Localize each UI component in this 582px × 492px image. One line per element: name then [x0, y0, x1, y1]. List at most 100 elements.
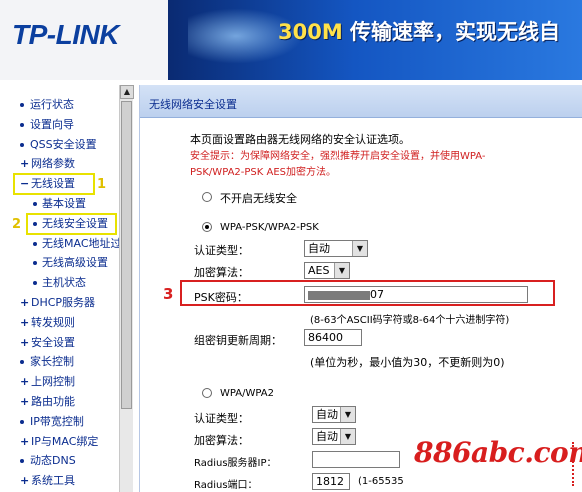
sidebar-item-label: 设置向导 [30, 117, 74, 131]
group-key-renew-field[interactable]: 86400 [304, 329, 362, 346]
encryption-2-label: 加密算法： [194, 434, 249, 447]
sidebar-item[interactable]: + 路由功能 [20, 393, 75, 411]
radius-port-hint: (1-65535 [358, 476, 404, 487]
sidebar-item[interactable]: 运行状态 [20, 96, 74, 114]
encryption-2-select[interactable]: 自动 ▼ [312, 428, 356, 445]
auth-type-label: 认证类型： [194, 244, 249, 257]
security-warning-line1: 安全提示：为保障网络安全，强烈推荐开启安全设置，并使用WPA- [190, 151, 486, 162]
radius-port-field[interactable]: 1812 [312, 473, 350, 490]
radio-no-security[interactable] [202, 192, 212, 202]
sidebar-item-label: 路由功能 [31, 395, 75, 408]
radio-wpa-psk-label: WPA-PSK/WPA2-PSK [220, 222, 319, 233]
auth-type-2-label: 认证类型： [194, 412, 249, 425]
sidebar-item[interactable]: IP带宽控制 [20, 413, 84, 431]
expand-plus-icon: + [20, 395, 30, 408]
radius-port-label: Radius端口： [194, 480, 258, 491]
expand-plus-icon: + [20, 296, 30, 309]
bullet-icon [33, 261, 37, 266]
sidebar-item-label: 无线高级设置 [42, 256, 108, 270]
auth-type-2-select[interactable]: 自动 ▼ [312, 406, 356, 423]
annotation-number-1: 1 [97, 177, 107, 192]
expand-plus-icon: + [20, 474, 30, 488]
bullet-icon [20, 419, 24, 424]
encryption-select[interactable]: AES ▼ [304, 262, 350, 279]
annotation-number-3: 3 [163, 285, 174, 303]
radio-wpa-enterprise[interactable] [202, 388, 212, 398]
group-key-renew-hint: (单位为秒，最小值为30，不更新则为0) [310, 356, 505, 369]
radio-wpa-enterprise-label: WPA/WPA2 [220, 388, 274, 399]
sidebar-item-label: 网络参数 [31, 157, 75, 171]
radio-wpa-psk[interactable] [202, 222, 212, 232]
annotation-box-wireless-security [26, 213, 117, 235]
sidebar-item-label: 家长控制 [30, 355, 74, 369]
sidebar-item-label: 安全设置 [31, 335, 75, 349]
radio-no-security-label: 不开启无线安全 [220, 192, 297, 205]
sidebar-item-label: DHCP服务器 [31, 296, 96, 309]
group-key-renew-label: 组密钥更新周期： [194, 334, 282, 347]
auth-type-select[interactable]: 自动 ▼ [304, 240, 368, 257]
sidebar-item-label: IP与MAC绑定 [31, 434, 99, 448]
expand-plus-icon: + [20, 315, 30, 329]
scroll-thumb[interactable] [121, 101, 132, 409]
header-banner: TP-LINK 300M 传输速率，实现无线自 [0, 0, 582, 80]
bullet-icon [33, 202, 37, 206]
expand-plus-icon: + [20, 375, 30, 389]
bullet-icon [20, 459, 24, 464]
panel-title-bar: 无线网络安全设置 [140, 85, 582, 118]
sidebar-item[interactable]: 家长控制 [20, 353, 74, 371]
sidebar-item-label: 基本设置 [42, 197, 86, 210]
chevron-down-icon: ▼ [352, 241, 367, 256]
sidebar-scrollbar[interactable]: ▲ [119, 85, 134, 492]
banner-slogan-area: 300M 传输速率，实现无线自 [168, 0, 582, 80]
scroll-up-arrow-icon[interactable]: ▲ [120, 85, 134, 99]
chevron-down-icon: ▼ [340, 407, 355, 422]
sidebar-item-label: 动态DNS [30, 454, 76, 468]
bullet-icon [33, 241, 37, 246]
annotation-box-psk [180, 280, 555, 306]
sidebar-item[interactable]: + 转发规则 [20, 314, 75, 332]
bullet-icon [33, 281, 37, 286]
radius-ip-label: Radius服务器IP： [194, 458, 277, 469]
banner-slogan: 300M 传输速率，实现无线自 [278, 20, 561, 44]
bullet-icon [20, 122, 24, 127]
sidebar-nav: 运行状态 设置向导 QSS安全设置 + 网络参数 − 无线设置 基本设置 无线安全设置 无线MAC… [0, 80, 133, 492]
sidebar-item[interactable]: 无线高级设置 [33, 254, 108, 272]
psk-hint: (8-63个ASCII码字符或8-64个十六进制字符) [310, 315, 510, 326]
logo-area: TP-LINK [0, 0, 168, 80]
intro-text: 本页面设置路由器无线网络的安全认证选项。 [190, 133, 410, 146]
bullet-icon [20, 142, 24, 147]
sidebar-item-label: QSS安全设置 [30, 137, 97, 151]
sidebar-item-label: 运行状态 [30, 98, 74, 111]
radius-ip-field[interactable] [312, 451, 400, 468]
sidebar-item[interactable]: 基本设置 [33, 195, 86, 213]
bullet-icon [20, 360, 24, 365]
sidebar-item[interactable]: 设置向导 [20, 116, 74, 134]
expand-plus-icon: + [20, 434, 30, 448]
sidebar-item[interactable]: + 系统工具 [20, 472, 75, 490]
sidebar-item[interactable]: + IP与MAC绑定 [20, 433, 98, 451]
annotation-number-2: 2 [12, 217, 22, 232]
encryption-label: 加密算法： [194, 266, 249, 279]
sidebar-item-label: 系统工具 [31, 474, 75, 488]
site-watermark: 886abc.com [410, 428, 582, 492]
chevron-down-icon: ▼ [334, 263, 349, 278]
sidebar-item[interactable]: QSS安全设置 [20, 136, 97, 154]
sidebar-item[interactable]: + DHCP服务器 [20, 294, 95, 312]
expand-plus-icon: + [20, 157, 30, 171]
security-warning-line2: PSK/WPA2-PSK AES加密方法。 [190, 167, 337, 178]
sidebar-item[interactable]: 无线MAC地址过滤 [33, 235, 133, 253]
sidebar-item[interactable]: 主机状态 [33, 274, 86, 292]
panel-title: 无线网络安全设置 [149, 98, 237, 111]
sidebar-item-label: 转发规则 [31, 315, 75, 329]
bullet-icon [20, 103, 24, 107]
tp-link-logo: TP-LINK [12, 19, 119, 50]
chevron-down-icon: ▼ [340, 429, 355, 444]
sidebar-item[interactable]: + 网络参数 [20, 155, 75, 173]
sidebar-item-label: IP带宽控制 [30, 414, 84, 428]
sidebar-item[interactable]: 动态DNS [20, 452, 76, 470]
annotation-box-wireless-settings [13, 173, 95, 195]
sidebar-item-label: 主机状态 [42, 276, 86, 290]
sidebar-item[interactable]: + 安全设置 [20, 334, 75, 352]
sidebar-item-label: 上网控制 [31, 375, 75, 389]
sidebar-item[interactable]: + 上网控制 [20, 373, 75, 391]
